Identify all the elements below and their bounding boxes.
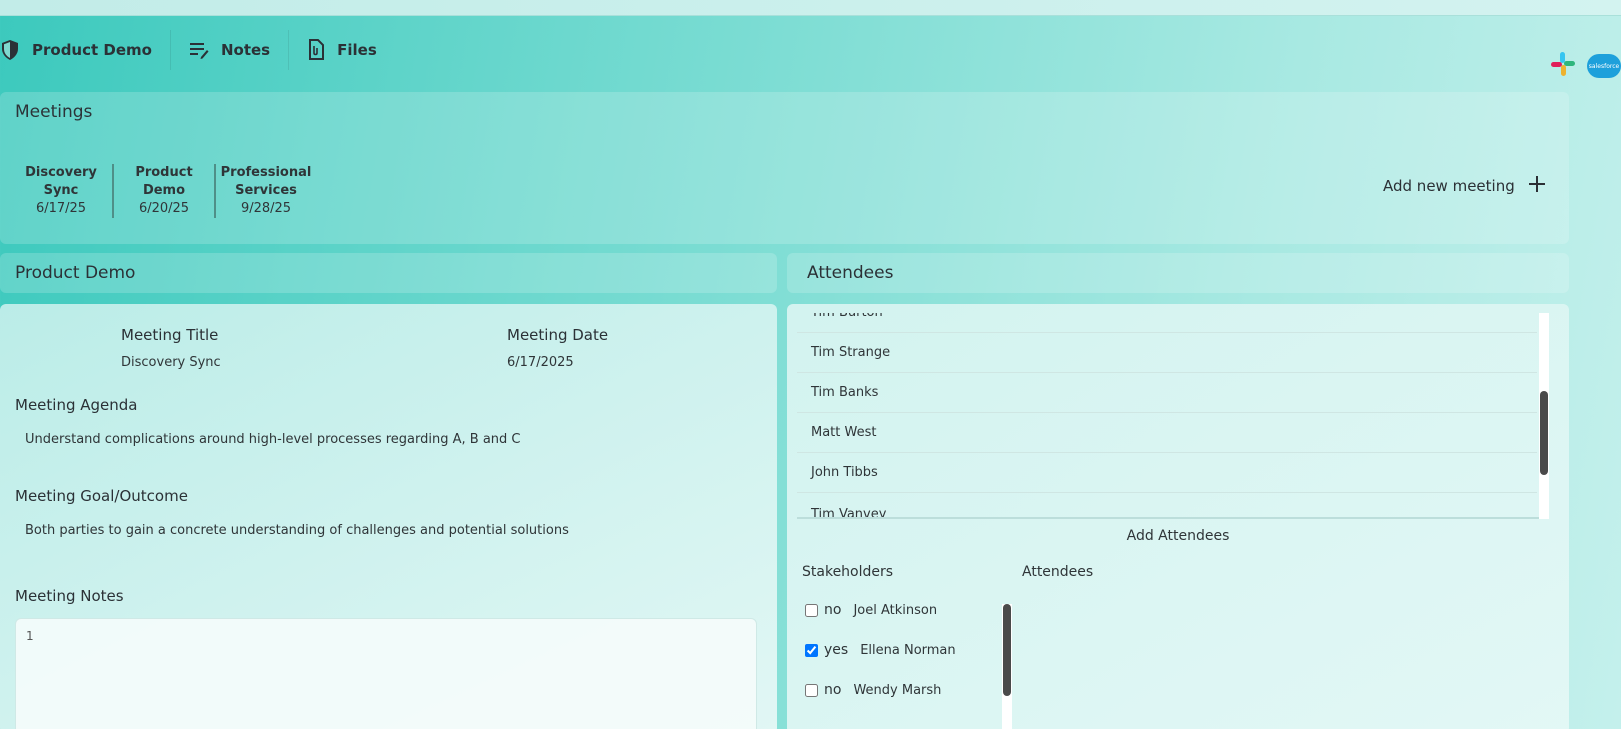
attendee-list-scrollbar[interactable]	[1539, 313, 1549, 519]
stakeholder-name: Joel Atkinson	[853, 602, 938, 618]
meeting-tab-date: 6/20/25	[138, 201, 190, 216]
meeting-tabs: Discovery Sync 6/17/25 Product Demo 6/20…	[10, 164, 316, 218]
meeting-date-label: Meeting Date	[507, 326, 609, 344]
nav-label: Files	[337, 41, 377, 59]
meeting-tab-title: Product	[135, 165, 193, 180]
attendee-row[interactable]: Tim Burton	[797, 313, 1537, 333]
attendee-row[interactable]: Tim Banks	[797, 373, 1537, 413]
stakeholder-name: Ellena Norman	[860, 642, 956, 658]
meeting-detail-panel: Meeting Title Discovery Sync Meeting Dat…	[0, 304, 777, 729]
stakeholder-state: no	[824, 682, 842, 698]
attendees-header: Attendees	[787, 253, 1569, 293]
goal-label: Meeting Goal/Outcome	[15, 487, 188, 505]
nav-label: Product Demo	[32, 41, 152, 59]
attendee-row[interactable]: Tim Strange	[797, 333, 1537, 373]
top-nav: Product Demo Notes Files salesforce	[0, 16, 1621, 84]
notes-label: Meeting Notes	[15, 587, 124, 605]
stakeholder-state: no	[824, 602, 842, 618]
file-icon	[307, 39, 325, 61]
scrollbar-thumb[interactable]	[1540, 391, 1548, 475]
goal-value[interactable]: Both parties to gain a concrete understa…	[25, 523, 569, 538]
stakeholder-row: yes Ellena Norman	[805, 642, 956, 658]
stakeholder-row: no Joel Atkinson	[805, 602, 937, 618]
meeting-tab-title: Services	[235, 183, 297, 198]
nav-product-demo[interactable]: Product Demo	[0, 30, 170, 70]
nav-label: Notes	[220, 41, 271, 59]
stakeholder-name: Wendy Marsh	[853, 682, 942, 698]
attendees-column-title: Attendees	[1022, 564, 1094, 580]
stakeholder-checkbox[interactable]	[805, 643, 818, 657]
attendees-panel: Tim Burton Tim Strange Tim Banks Matt We…	[787, 304, 1569, 729]
shield-icon	[0, 39, 20, 61]
meeting-tab-title: Sync	[43, 183, 79, 198]
attendee-row[interactable]: Matt West	[797, 413, 1537, 453]
attendee-list: Tim Burton Tim Strange Tim Banks Matt We…	[797, 313, 1547, 519]
plus-icon	[1528, 176, 1545, 196]
meeting-tab-date: 6/17/25	[35, 201, 87, 216]
add-meeting-label: Add new meeting	[1383, 177, 1515, 195]
nav-notes[interactable]: Notes	[171, 30, 288, 70]
meeting-title-value[interactable]: Discovery Sync	[121, 355, 221, 370]
meeting-tab-title: Professional	[220, 165, 312, 180]
meeting-tab[interactable]: Discovery Sync 6/17/25	[10, 164, 112, 218]
agenda-value[interactable]: Understand complications around high-lev…	[25, 432, 521, 447]
stakeholder-scrollbar[interactable]	[1002, 604, 1012, 729]
meeting-tab[interactable]: Professional Services 9/28/25	[214, 164, 316, 218]
nav-files[interactable]: Files	[289, 30, 395, 70]
salesforce-icon[interactable]: salesforce	[1587, 54, 1621, 78]
meeting-tab[interactable]: Product Demo 6/20/25	[112, 164, 214, 218]
slack-icon[interactable]	[1549, 50, 1577, 82]
meeting-date-value[interactable]: 6/17/2025	[507, 355, 574, 370]
meeting-tab-date: 9/28/25	[240, 201, 292, 216]
top-strip	[0, 0, 1621, 16]
stakeholder-state: yes	[824, 642, 849, 658]
stakeholder-checkbox[interactable]	[805, 603, 818, 617]
meeting-detail-header: Product Demo	[0, 253, 777, 293]
meetings-title: Meetings	[15, 102, 93, 122]
meeting-tab-title: Discovery	[25, 165, 97, 180]
stakeholders-title: Stakeholders	[802, 564, 894, 580]
scrollbar-thumb[interactable]	[1003, 604, 1011, 696]
meetings-panel: Meetings Discovery Sync 6/17/25 Product …	[0, 92, 1569, 244]
meeting-title-label: Meeting Title	[121, 326, 219, 344]
attendee-row[interactable]: Tim Vanvey	[797, 495, 1537, 517]
stakeholder-checkbox[interactable]	[805, 683, 818, 697]
meeting-tab-title: Demo	[142, 183, 186, 198]
add-attendees-title: Add Attendees	[1126, 528, 1230, 544]
stakeholder-row: no Wendy Marsh	[805, 682, 941, 698]
add-meeting-button[interactable]: Add new meeting	[1383, 176, 1545, 196]
meeting-notes-field[interactable]: 1	[15, 618, 757, 729]
notes-icon	[189, 41, 209, 59]
attendee-row[interactable]: John Tibbs	[797, 453, 1537, 493]
integrations: salesforce	[1549, 50, 1621, 82]
agenda-label: Meeting Agenda	[15, 396, 138, 414]
